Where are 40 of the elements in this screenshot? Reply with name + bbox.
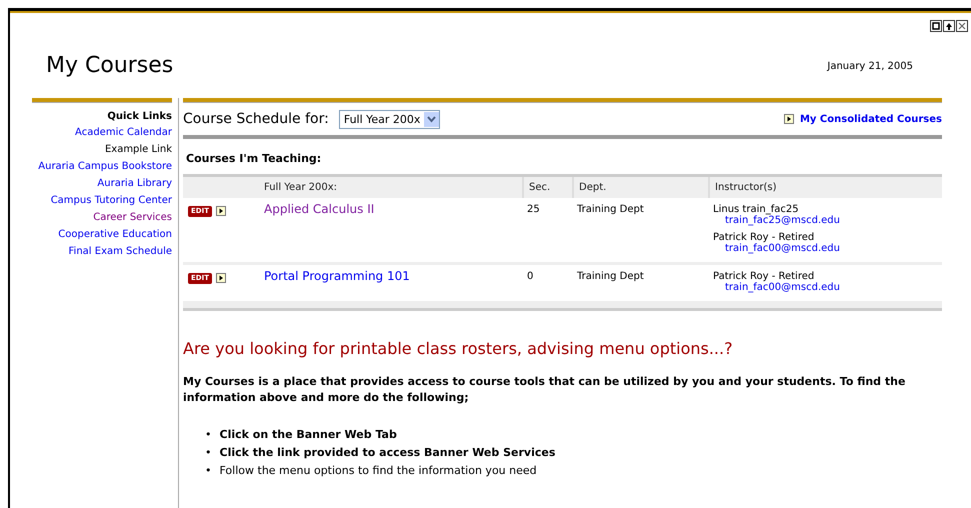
- sidebar-link[interactable]: Academic Calendar: [32, 127, 172, 139]
- quick-links-title: Quick Links: [106, 111, 172, 122]
- sidebar-link[interactable]: Final Exam Schedule: [32, 246, 172, 258]
- instructor-name: Linus train_fac25: [713, 204, 800, 215]
- course-link[interactable]: Portal Programming 101: [259, 265, 522, 287]
- bullet: •: [205, 427, 212, 443]
- date: January 21, 2005: [827, 61, 913, 74]
- info-paragraph: My Courses is a place that provides access to course tools that can be utilized by you and your students. To find the information above and more do the following;: [183, 374, 906, 406]
- course-link[interactable]: Applied Calculus II: [259, 198, 522, 220]
- instructor-name: Patrick Roy - Retired: [713, 271, 814, 282]
- table-cell-text: Training Dept: [576, 270, 645, 284]
- schedule-label: Course Schedule for:: [183, 111, 329, 127]
- sidebar-link[interactable]: Campus Tutoring Center: [32, 195, 172, 207]
- consolidated-courses-link[interactable]: My Consolidated Courses: [800, 114, 942, 124]
- section-title: Courses I'm Teaching:: [186, 152, 322, 167]
- close-icon[interactable]: [956, 20, 968, 32]
- page-title: My Courses: [46, 53, 174, 78]
- table-cell-text: 0: [526, 270, 534, 284]
- instructor-name: Patrick Roy - Retired: [713, 232, 814, 243]
- step-text: Click on the Banner Web Tab: [220, 427, 397, 443]
- bullet: •: [205, 445, 212, 461]
- step-text: Click the link provided to access Banner Web Services: [220, 445, 556, 461]
- bullet: •: [205, 463, 212, 479]
- sidebar-link[interactable]: Example Link: [32, 144, 172, 156]
- table-cell-text: Training Dept: [576, 203, 645, 217]
- chevron-down-icon[interactable]: [427, 116, 436, 122]
- email-link[interactable]: train_fac00@mscd.edu: [725, 282, 840, 293]
- restore-icon[interactable]: [930, 20, 942, 32]
- step-text: Follow the menu options to find the information you need: [220, 463, 537, 479]
- column-header: Full Year 200x:: [263, 181, 338, 195]
- maximize-icon[interactable]: [943, 20, 955, 32]
- sidebar-link[interactable]: Cooperative Education: [32, 229, 172, 241]
- info-heading: Are you looking for printable class rosters, advising menu options...?: [183, 339, 734, 358]
- email-link[interactable]: train_fac25@mscd.edu: [725, 215, 840, 226]
- sidebar-link[interactable]: Auraria Campus Bookstore: [32, 161, 172, 173]
- sidebar-link[interactable]: Auraria Library: [32, 178, 172, 190]
- table-cell-text: 25: [526, 203, 541, 217]
- sidebar-link[interactable]: Career Services: [32, 212, 172, 224]
- term-dropdown[interactable]: Full Year 200x: [338, 110, 440, 128]
- email-link[interactable]: train_fac00@mscd.edu: [725, 243, 840, 254]
